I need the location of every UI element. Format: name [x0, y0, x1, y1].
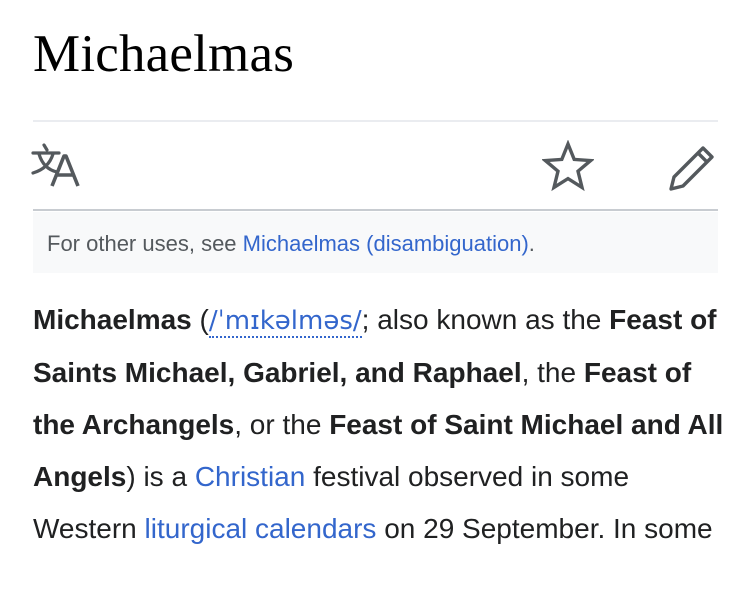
title-divider: [33, 120, 718, 122]
christian-link[interactable]: Christian: [195, 461, 305, 492]
intro-text: , or the: [234, 409, 330, 440]
hatnote: For other uses, see Michaelmas (disambig…: [33, 212, 718, 273]
pencil-icon[interactable]: [668, 144, 716, 192]
intro-text: , the: [521, 357, 584, 388]
page-title: Michaelmas: [33, 25, 295, 83]
intro-text: ; also known as the: [361, 304, 610, 335]
hatnote-prefix: For other uses, see: [47, 231, 243, 256]
article-term: Michaelmas: [33, 304, 192, 335]
paren-open: (: [191, 304, 209, 335]
language-icon[interactable]: [30, 142, 86, 190]
toolbar-divider: [33, 209, 718, 211]
hatnote-suffix: .: [528, 231, 535, 256]
ipa-pronunciation-link[interactable]: /ˈmɪkəlməs/: [208, 306, 362, 338]
liturgical-calendars-link[interactable]: liturgical calendars: [145, 513, 377, 544]
intro-text: on 29 September. In some: [376, 513, 713, 544]
star-icon[interactable]: [542, 140, 594, 192]
intro-text: ) is a: [126, 461, 195, 492]
intro-paragraph: Michaelmas (/ˈmɪkəlməs/; also known as t…: [33, 294, 733, 555]
disambiguation-link[interactable]: Michaelmas (disambiguation): [243, 231, 529, 256]
